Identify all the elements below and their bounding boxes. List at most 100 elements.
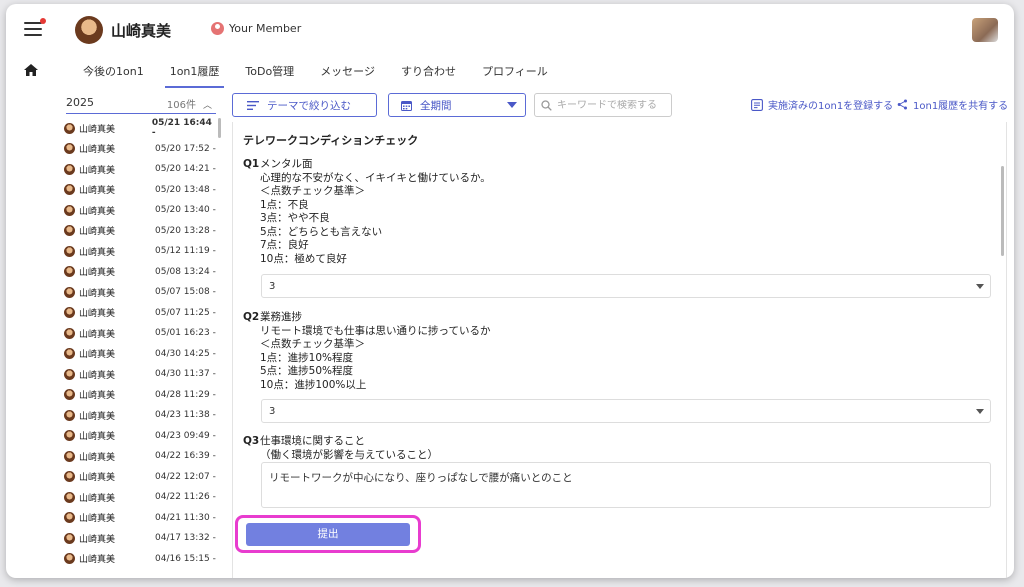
list-item[interactable]: 山崎真美 04/22 16:39 - bbox=[64, 446, 216, 467]
list-item[interactable]: 山崎真美 05/12 11:19 - bbox=[64, 241, 216, 262]
tab-history[interactable]: 1on1履歴 bbox=[157, 60, 233, 88]
history-date: 04/30 14:25 - bbox=[155, 348, 216, 359]
list-item[interactable]: 山崎真美 05/08 13:24 - bbox=[64, 262, 216, 283]
register-1on1-link[interactable]: 実施済みの1on1を登録する bbox=[751, 97, 893, 112]
history-name: 山崎真美 bbox=[79, 391, 116, 402]
dropdown-arrow-icon bbox=[976, 409, 984, 414]
history-date: 04/16 15:15 - bbox=[155, 553, 216, 564]
history-name: 山崎真美 bbox=[79, 473, 116, 484]
list-item[interactable]: 山崎真美 05/07 11:25 - bbox=[64, 303, 216, 324]
desc-line: 1点：進捗10%程度 bbox=[260, 351, 354, 364]
q3-answer-field[interactable]: リモートワークが中心になり、座りっぱなしで腰が痛いとのこと bbox=[261, 462, 991, 508]
list-item[interactable]: 山崎真美 05/20 13:40 - bbox=[64, 200, 216, 221]
year-label: 2025 bbox=[66, 96, 94, 109]
list-item[interactable]: 山崎真美 05/21 16:44 - bbox=[64, 118, 216, 139]
avatar bbox=[64, 163, 75, 175]
history-date: 05/01 16:23 - bbox=[155, 328, 216, 339]
list-item[interactable]: 山崎真美 04/17 13:32 - bbox=[64, 528, 216, 549]
list-item[interactable]: 山崎真美 04/30 11:37 - bbox=[64, 364, 216, 385]
avatar bbox=[64, 327, 75, 339]
history-date: 05/21 16:44 - bbox=[151, 118, 212, 139]
year-header[interactable]: 2025 106件 ︿ bbox=[66, 96, 216, 114]
desc-line: リモート環境でも仕事は思い通りに捗っているか bbox=[260, 324, 491, 337]
submit-highlight: 提出 bbox=[235, 515, 421, 553]
tab-upcoming[interactable]: 今後の1on1 bbox=[70, 60, 157, 88]
member-label: Your Member bbox=[229, 22, 302, 35]
history-name: 山崎真美 bbox=[79, 227, 116, 238]
scrollbar[interactable] bbox=[1001, 166, 1004, 256]
home-icon[interactable] bbox=[24, 64, 38, 76]
history-name: 山崎真美 bbox=[79, 145, 116, 156]
avatar bbox=[64, 512, 75, 524]
list-item[interactable]: 山崎真美 05/01 16:23 - bbox=[64, 323, 216, 344]
history-date: 04/23 11:38 - bbox=[155, 410, 216, 421]
avatar bbox=[64, 122, 75, 134]
list-item[interactable]: 山崎真美 04/22 12:07 - bbox=[64, 467, 216, 488]
history-name: 山崎真美 bbox=[79, 493, 116, 504]
list-item[interactable]: 山崎真美 04/22 11:26 - bbox=[64, 487, 216, 508]
page-title: 山崎真美 bbox=[111, 22, 172, 40]
avatar bbox=[64, 204, 75, 216]
search-box[interactable] bbox=[534, 93, 672, 117]
account-avatar[interactable] bbox=[972, 18, 998, 42]
avatar bbox=[64, 471, 75, 483]
list-item[interactable]: 山崎真美 04/23 11:38 - bbox=[64, 405, 216, 426]
tab-profile[interactable]: プロフィール bbox=[469, 60, 561, 88]
search-input[interactable] bbox=[557, 99, 665, 111]
dropdown-arrow-icon bbox=[976, 284, 984, 289]
history-date: 05/08 13:24 - bbox=[155, 266, 216, 277]
share-history-link[interactable]: 1on1履歴を共有する bbox=[897, 97, 1008, 112]
q1-score-select[interactable]: 3 bbox=[261, 274, 991, 298]
history-list: 山崎真美 05/21 16:44 - 山崎真美 05/20 17:52 - 山崎真美 05… bbox=[64, 118, 216, 578]
history-name: 山崎真美 bbox=[79, 186, 116, 197]
list-item[interactable]: 山崎真美 04/30 14:25 - bbox=[64, 344, 216, 365]
tab-messages[interactable]: メッセージ bbox=[307, 60, 388, 88]
question-1: Q1メンタル面 心理的な不安がなく、イキイキと働けているか。 ＜点数チェック基準… bbox=[243, 158, 491, 266]
chevron-up-icon[interactable]: ︿ bbox=[203, 98, 212, 111]
avatar bbox=[64, 184, 75, 196]
tab-alignment[interactable]: すり合わせ bbox=[388, 60, 469, 88]
question-number: Q1 bbox=[243, 158, 260, 170]
list-item[interactable]: 山崎真美 05/20 17:52 - bbox=[64, 139, 216, 160]
list-item[interactable]: 山崎真美 05/20 13:48 - bbox=[64, 180, 216, 201]
desc-line: （働く環境が影響を与えていること） bbox=[260, 448, 438, 461]
desc-line: 10点：極めて良好 bbox=[260, 252, 347, 265]
history-date: 05/20 17:52 - bbox=[155, 143, 216, 154]
menu-icon[interactable] bbox=[24, 18, 46, 36]
avatar bbox=[64, 225, 75, 237]
share-icon bbox=[897, 99, 907, 110]
member-badge: Your Member bbox=[211, 22, 301, 35]
share-label: 1on1履歴を共有する bbox=[913, 101, 1009, 112]
scrollbar[interactable] bbox=[218, 118, 221, 138]
list-item[interactable]: 山崎真美 04/16 15:15 - bbox=[64, 549, 216, 570]
submit-button[interactable]: 提出 bbox=[246, 523, 410, 546]
history-name: 山崎真美 bbox=[79, 288, 116, 299]
history-name: 山崎真美 bbox=[79, 370, 116, 381]
avatar bbox=[64, 143, 75, 155]
list-item[interactable]: 山崎真美 04/23 09:49 - bbox=[64, 426, 216, 447]
avatar bbox=[64, 368, 75, 380]
theme-filter-button[interactable]: テーマで絞り込む bbox=[232, 93, 377, 117]
tab-todo[interactable]: ToDo管理 bbox=[232, 60, 307, 88]
desc-line: 1点：不良 bbox=[260, 198, 309, 211]
app-header: 山崎真美 Your Member bbox=[6, 4, 1014, 54]
history-date: 04/30 11:37 - bbox=[155, 369, 216, 380]
question-heading: メンタル面 bbox=[260, 158, 313, 170]
period-select[interactable]: 全期間 bbox=[388, 93, 526, 117]
history-name: 山崎真美 bbox=[79, 165, 116, 176]
period-value: 全期間 bbox=[420, 99, 452, 112]
history-date: 05/20 13:48 - bbox=[155, 184, 216, 195]
list-item[interactable]: 山崎真美 05/20 13:28 - bbox=[64, 221, 216, 242]
list-item[interactable]: 山崎真美 04/28 11:29 - bbox=[64, 385, 216, 406]
avatar bbox=[64, 430, 75, 442]
history-name: 山崎真美 bbox=[79, 452, 116, 463]
list-item[interactable]: 山崎真美 05/07 15:08 - bbox=[64, 282, 216, 303]
avatar bbox=[64, 553, 75, 565]
history-date: 05/20 13:40 - bbox=[155, 205, 216, 216]
list-item[interactable]: 山崎真美 04/21 11:30 - bbox=[64, 508, 216, 529]
q2-score-select[interactable]: 3 bbox=[261, 399, 991, 423]
list-item[interactable]: 山崎真美 05/20 14:21 - bbox=[64, 159, 216, 180]
history-date: 05/07 11:25 - bbox=[155, 307, 216, 318]
filter-label: テーマで絞り込む bbox=[267, 99, 351, 112]
notification-dot bbox=[40, 18, 46, 24]
